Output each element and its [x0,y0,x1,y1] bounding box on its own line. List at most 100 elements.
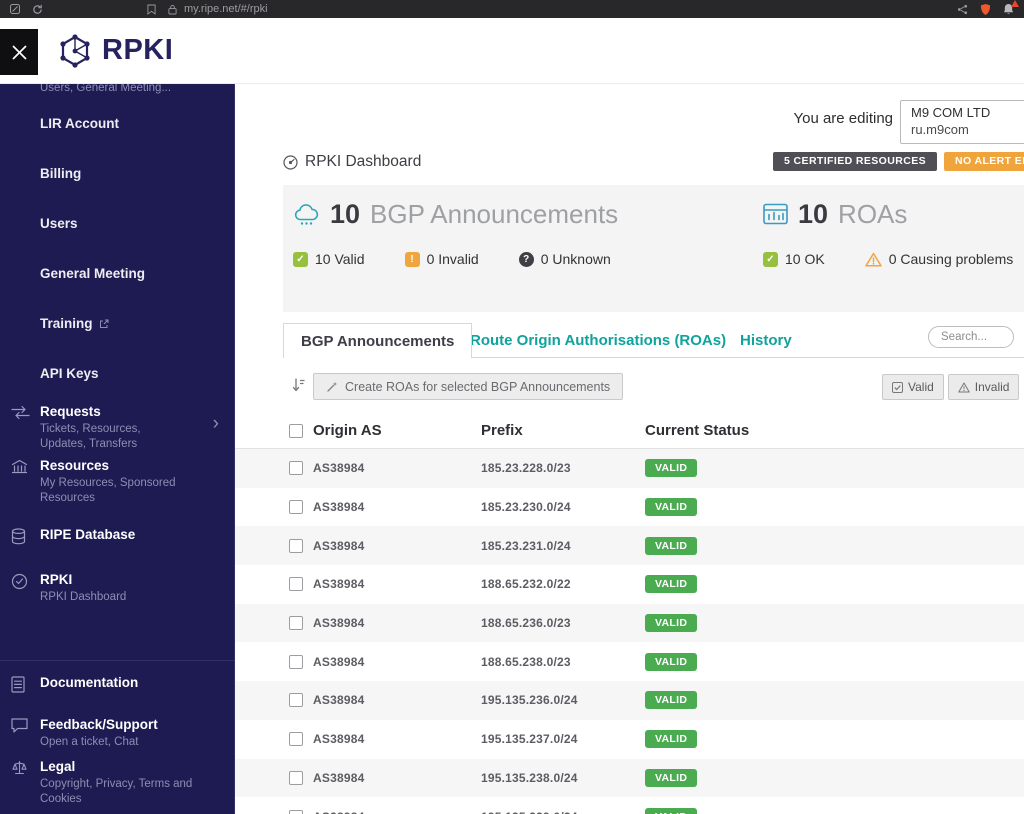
hexagon-logo-icon [60,33,90,68]
browser-tab-icon[interactable] [10,4,20,14]
roas-count: 10 [798,199,829,229]
sidebar-item-lir-account[interactable]: LIR Account [40,116,119,131]
table-row[interactable]: AS38984 188.65.236.0/23 VALID [235,603,1024,643]
shield-icon[interactable] [980,3,991,16]
documentation-icon [11,676,25,693]
url-bar[interactable]: my.ripe.net/#/rpki [184,3,268,15]
sidebar-item-billing[interactable]: Billing [40,166,81,181]
notifications-bell-icon[interactable] [1003,0,1019,15]
sidebar-item-legal[interactable]: Legal Copyright, Privacy, Terms and Cook… [0,759,234,806]
row-checkbox[interactable] [289,500,303,515]
stat-bgp-valid: ✓ 10 Valid [293,251,365,267]
row-checkbox[interactable] [289,732,303,747]
filter-invalid[interactable]: Invalid [947,374,1020,400]
search-input[interactable] [928,326,1014,348]
sidebar-item-api-keys[interactable]: API Keys [40,366,99,381]
chat-icon [11,718,28,733]
database-icon [11,528,26,545]
sidebar-item-ripe-database[interactable]: RIPE Database [0,527,234,545]
requests-icon [11,405,30,420]
row-checkbox[interactable] [289,654,303,669]
alert-emails-badge[interactable]: NO ALERT EM [944,152,1024,171]
sidebar-item-documentation[interactable]: Documentation [0,675,234,693]
column-origin-as: Origin AS [313,422,382,439]
row-checkbox[interactable] [289,461,303,476]
row-checkbox[interactable] [289,770,303,785]
share-icon[interactable] [957,4,968,15]
sidebar-item-requests[interactable]: Requests Tickets, Resources, Updates, Tr… [0,404,234,451]
close-menu-button[interactable] [0,29,38,75]
valid-check-icon: ✓ [293,251,308,267]
tab-roas[interactable]: Route Origin Authorisations (ROAs) [470,323,726,357]
sort-icon[interactable] [292,377,305,393]
sidebar-partial-subtitle: Users, General Meeting... [40,83,172,94]
sidebar-divider [0,660,234,661]
valid-filter-icon [892,381,903,393]
sidebar-item-feedback-support[interactable]: Feedback/Support Open a ticket, Chat [0,717,234,750]
main-content: You are editing M9 COM LTD ru.m9com RPKI… [235,83,1024,814]
screen: my.ripe.net/#/rpki RPKI Users, General M… [0,0,1024,814]
row-checkbox[interactable] [289,809,303,814]
filter-valid[interactable]: Valid [882,374,944,400]
site-info-icon[interactable] [168,4,177,15]
stat-roas-problems: 0 Causing problems [864,251,1013,267]
status-badge: VALID [645,536,698,555]
create-roa-icon [327,381,337,392]
tab-bgp-announcements[interactable]: BGP Announcements [283,323,473,358]
row-checkbox[interactable] [289,538,303,553]
row-checkbox[interactable] [289,577,303,592]
table-body: AS38984 185.23.228.0/23 VALID AS38984 18… [235,449,1024,814]
table-row[interactable]: AS38984 185.23.231.0/24 VALID [235,526,1024,566]
invalid-filter-icon [958,382,970,392]
sidebar-item-general-meeting[interactable]: General Meeting [40,266,145,281]
bgp-count: 10 [330,199,361,229]
table-row[interactable]: AS38984 195.135.239.0/24 VALID [235,797,1024,814]
table-toolbar: Create ROAs for selected BGP Announcemen… [235,372,1024,402]
create-roas-button[interactable]: Create ROAs for selected BGP Announcemen… [313,373,624,400]
table-header: Origin AS Prefix Current Status [235,415,1024,449]
reload-icon[interactable] [32,4,43,15]
invalid-exclamation-icon: ! [404,251,420,267]
status-badge: VALID [645,768,698,787]
roas-chart-icon [763,203,788,225]
sidebar-item-users[interactable]: Users [40,216,78,231]
page-title-row: RPKI Dashboard [283,153,421,171]
sidebar-item-training[interactable]: Training [40,316,109,331]
bookmark-icon[interactable] [147,4,156,15]
org-id: ru.m9com [911,122,969,137]
status-badge: VALID [645,807,698,814]
rpki-logo[interactable]: RPKI [57,33,173,69]
roas-label: ROAs [838,199,908,229]
app-header: RPKI [0,18,1024,84]
resources-icon [11,459,28,474]
summary-panel: 10 BGP Announcements ✓ 10 Valid ! 0 Inva… [283,185,1024,312]
certified-resources-badge: 5 CERTIFIED RESOURCES [773,152,938,171]
table-row[interactable]: AS38984 188.65.232.0/22 VALID [235,565,1024,604]
org-name: M9 COM LTD [911,105,991,120]
table-row[interactable]: AS38984 195.135.237.0/24 VALID [235,720,1024,759]
sidebar-item-resources[interactable]: Resources My Resources, Sponsored Resour… [0,458,234,505]
stat-roas-ok: ✓ 10 OK [763,251,825,267]
status-badge: VALID [645,498,698,517]
table-row[interactable]: AS38984 185.23.228.0/23 VALID [235,449,1024,488]
bgp-label: BGP Announcements [370,199,619,229]
ok-check-icon: ✓ [763,251,778,267]
table-row[interactable]: AS38984 185.23.230.0/24 VALID [235,488,1024,527]
table-row[interactable]: AS38984 188.65.238.0/23 VALID [235,642,1024,681]
row-checkbox[interactable] [289,693,303,708]
table-row[interactable]: AS38984 195.135.236.0/24 VALID [235,681,1024,720]
browser-bar: my.ripe.net/#/rpki [0,0,1024,18]
chevron-right-icon: › [212,413,219,434]
row-checkbox[interactable] [289,616,303,631]
sidebar-item-rpki[interactable]: RPKI RPKI Dashboard [0,572,234,605]
org-selector[interactable]: M9 COM LTD ru.m9com [900,100,1024,144]
roas-summary: 10 ROAs [763,199,907,230]
table-row[interactable]: AS38984 195.135.238.0/24 VALID [235,758,1024,798]
select-all-checkbox[interactable] [289,424,303,438]
status-badge: VALID [645,691,698,710]
page-title: RPKI Dashboard [305,153,422,170]
logo-text: RPKI [102,34,174,66]
scales-icon [11,760,28,776]
status-badge: VALID [645,575,698,594]
tab-history[interactable]: History [740,323,792,357]
